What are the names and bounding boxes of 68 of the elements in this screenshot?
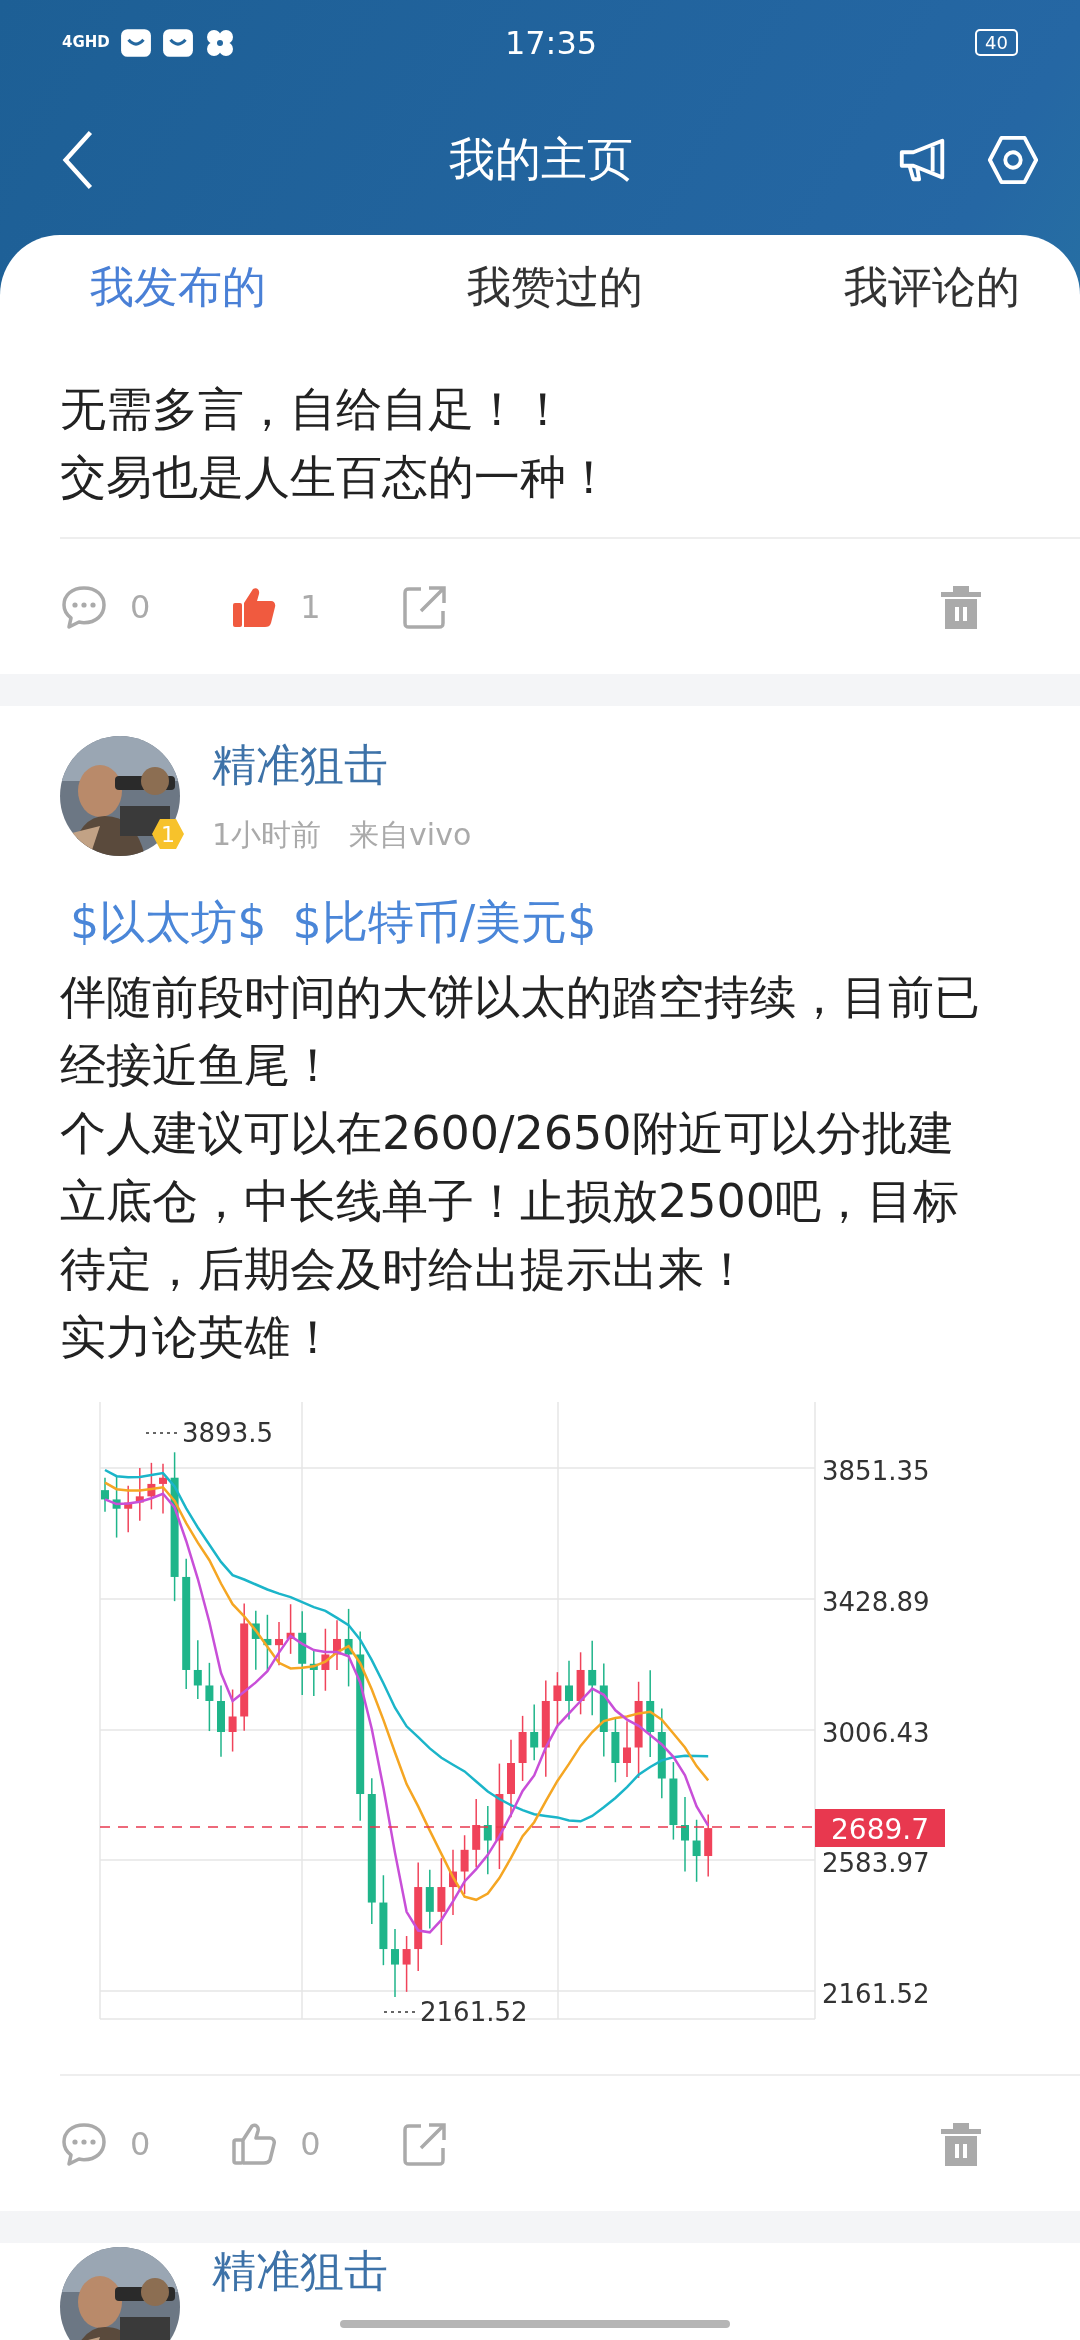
candle — [483, 1805, 492, 1876]
post-time: 1小时前 — [212, 816, 322, 854]
comment-count: 0 — [130, 587, 151, 626]
post-text: 无需多言，自给自足！！ — [60, 381, 567, 438]
candle — [321, 1628, 330, 1692]
network-indicator: 4GHD — [62, 35, 110, 50]
post-text: 交易也是人生百态的一种！ — [60, 449, 613, 506]
candle — [704, 1813, 713, 1878]
candle — [576, 1651, 585, 1716]
post-source: 来自vivo — [349, 816, 472, 854]
tab[interactable]: 我赞过的 — [467, 252, 643, 323]
axis-label: 3006.43 — [822, 1718, 930, 1748]
topic-link[interactable]: $比特币/美元$ — [292, 892, 597, 952]
post-text: 伴随前段时间的大饼以太的踏空持续，目前已 经接近鱼尾！ — [60, 969, 981, 1094]
leader-line — [383, 2011, 417, 2013]
post-text: 个人建议可以在2600/2650附近可以分批建 立底仓，中长线单子！止损放2500吧，目标 待定，后期会及时给出提示出来！ — [60, 1105, 961, 1298]
axis-label: 3428.89 — [822, 1587, 930, 1617]
leader-line — [145, 1432, 179, 1434]
axis-label: 3851.35 — [822, 1456, 930, 1486]
candle — [228, 1688, 237, 1753]
candle — [472, 1798, 481, 1868]
candle — [275, 1621, 283, 1667]
high-price-label: 3893.5 — [182, 1418, 273, 1448]
low-price-label: 2161.52 — [420, 1997, 528, 2027]
pinwheel-icon — [204, 27, 236, 58]
candle — [425, 1868, 434, 1930]
last-price-tag: 2689.7 — [815, 1809, 945, 1847]
candle — [692, 1819, 701, 1883]
candle — [460, 1834, 469, 1895]
candle — [553, 1671, 562, 1726]
candle — [333, 1619, 341, 1671]
candle — [251, 1610, 260, 1671]
candle — [205, 1662, 214, 1732]
candle — [159, 1463, 167, 1515]
candle — [530, 1703, 539, 1761]
like-count: 1 — [300, 587, 321, 626]
tab[interactable]: 我发布的 — [90, 252, 266, 323]
candle — [101, 1476, 109, 1513]
candle — [286, 1603, 295, 1655]
tab[interactable]: 我评论的 — [844, 252, 1020, 323]
author-name[interactable]: 精准狙击 — [212, 2247, 388, 2296]
axis-label: 2583.97 — [822, 1848, 930, 1878]
candle — [193, 1639, 202, 1700]
candle — [135, 1467, 144, 1522]
candle — [611, 1716, 620, 1783]
comment-count: 0 — [130, 2124, 151, 2163]
candle — [565, 1659, 573, 1721]
axis-label: 2161.52 — [822, 1979, 930, 2009]
candle — [112, 1474, 121, 1539]
candle — [402, 1935, 411, 1993]
candle — [309, 1648, 318, 1697]
message-icon — [162, 27, 194, 58]
like-count: 0 — [300, 2124, 321, 2163]
candle — [147, 1462, 156, 1511]
clock: 17:35 — [504, 23, 598, 62]
candle — [623, 1720, 631, 1778]
candle — [263, 1614, 272, 1672]
page-title: 我的主页 — [448, 131, 634, 188]
candle — [124, 1485, 133, 1534]
author-name[interactable]: 精准狙击 — [212, 736, 472, 795]
topic-link[interactable]: $以太坊$ — [70, 892, 267, 952]
battery-indicator: 40 — [975, 29, 1018, 56]
message-icon — [120, 27, 152, 58]
post-text: 实力论英雄！ — [60, 1309, 337, 1366]
candle — [518, 1715, 527, 1782]
settings-icon[interactable] — [986, 133, 1040, 187]
candle — [391, 1928, 399, 1998]
candle — [449, 1849, 457, 1916]
